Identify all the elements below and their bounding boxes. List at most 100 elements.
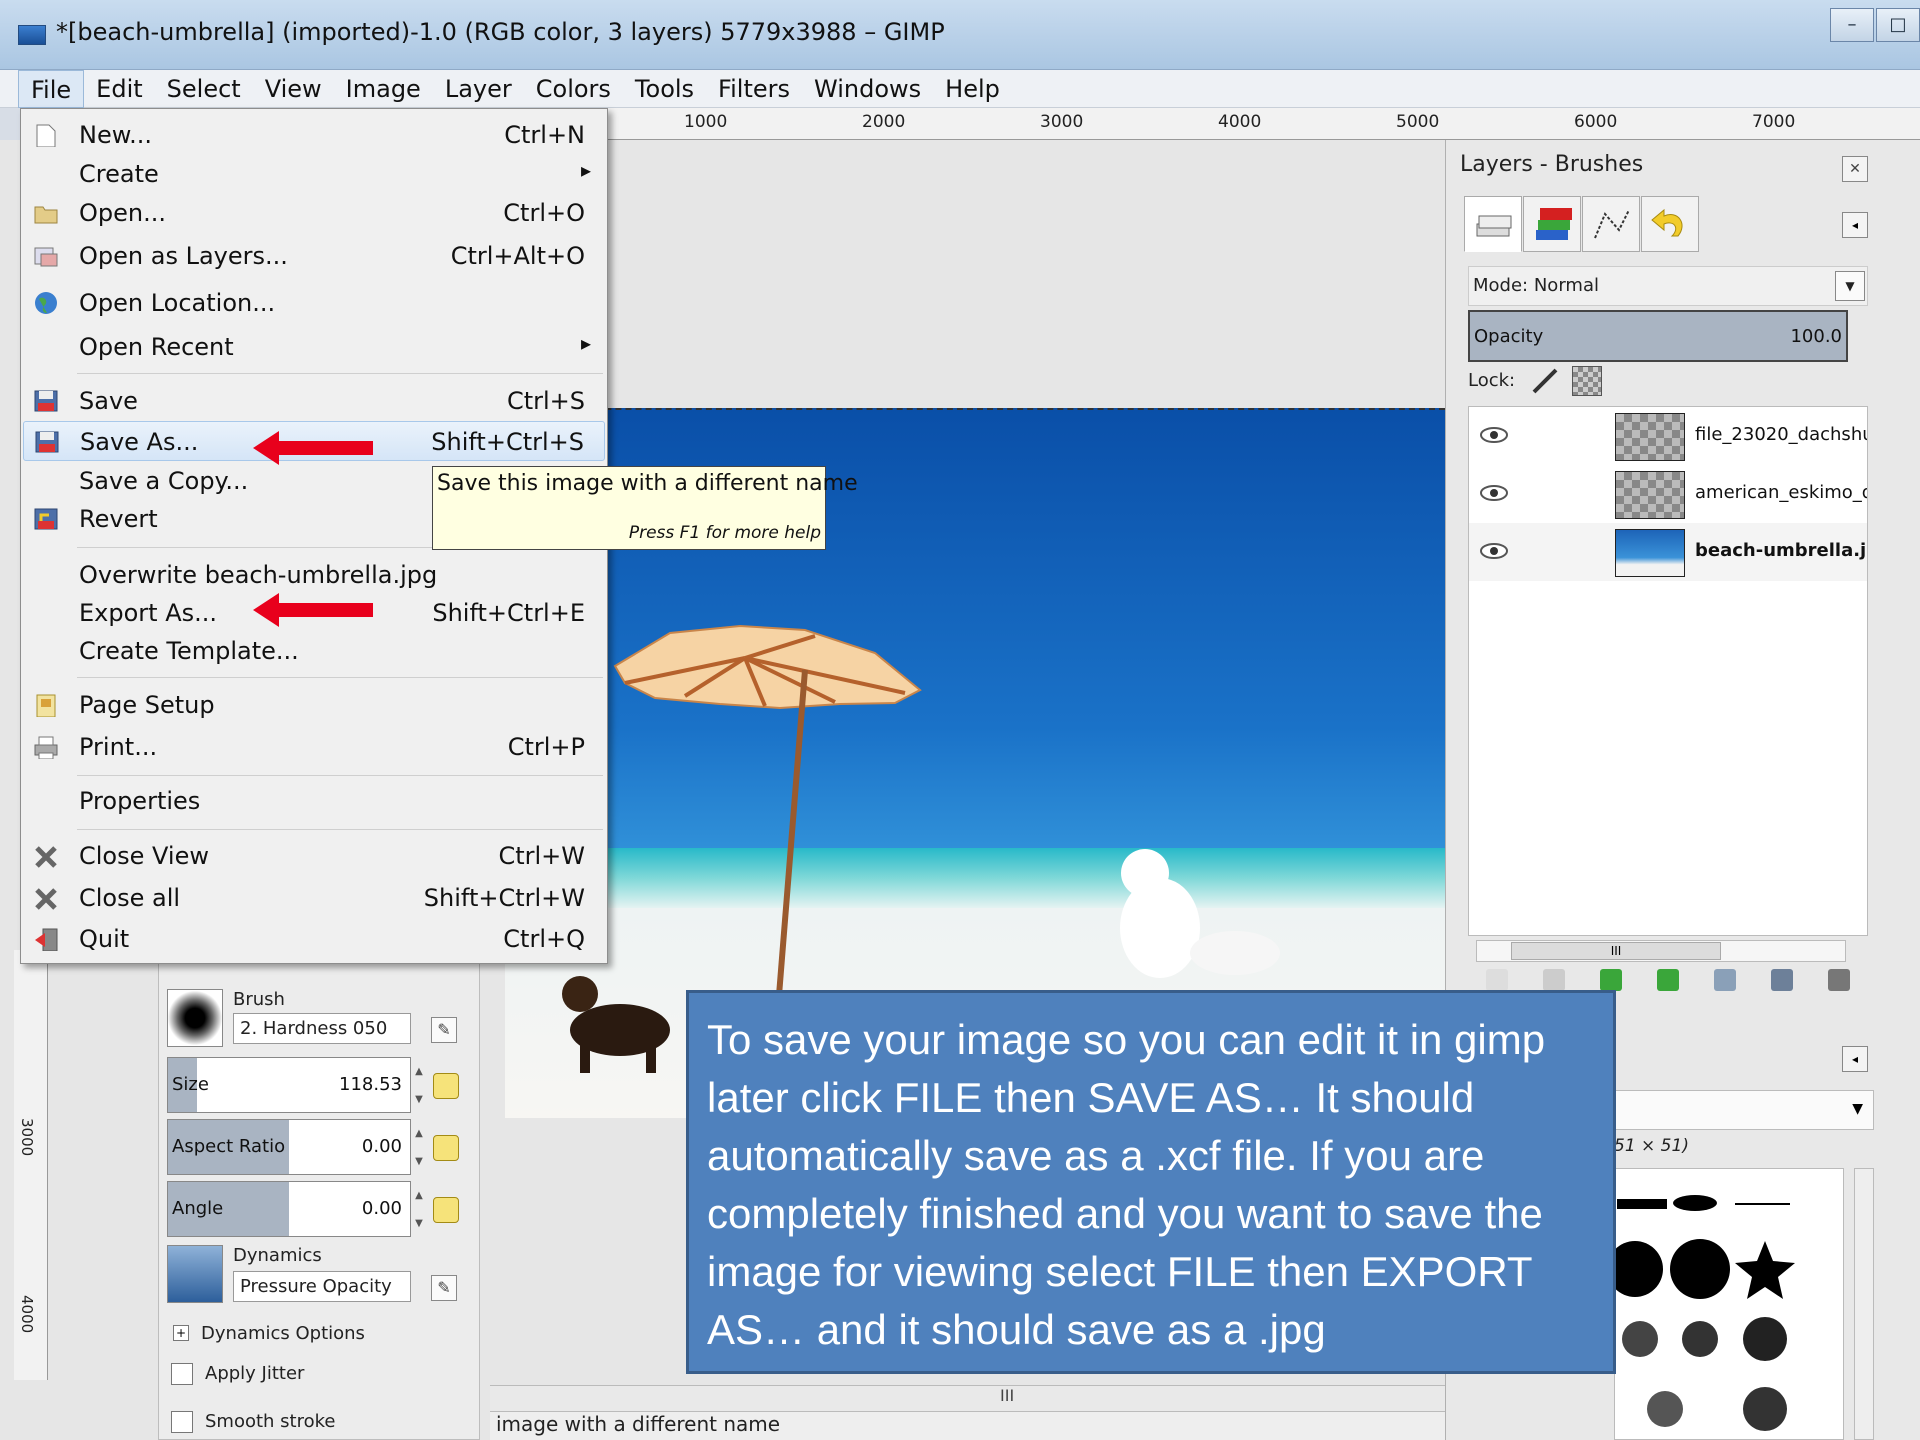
dynamics-icon[interactable] [167,1245,223,1303]
ruler-label: 4000 [18,1295,36,1334]
menu-layer[interactable]: Layer [433,70,524,108]
menu-item-quit[interactable]: Quit Ctrl+Q [23,919,605,959]
menu-view[interactable]: View [253,70,334,108]
aspect-ratio-slider[interactable]: Aspect Ratio 0.00 ▲ ▼ [167,1119,423,1175]
paths-icon [1594,209,1630,239]
eye-icon[interactable] [1479,541,1509,561]
eye-icon[interactable] [1479,425,1509,445]
canvas-horizontal-scrollbar[interactable]: III [490,1385,1450,1411]
menu-item-close-view[interactable]: Close View Ctrl+W [23,836,605,876]
menu-item-page-setup[interactable]: Page Setup [23,685,605,725]
tab-undo-history[interactable] [1641,196,1699,252]
apply-jitter-checkbox[interactable] [171,1363,193,1385]
tab-layers[interactable] [1464,196,1522,252]
duplicate-layer-icon[interactable] [1714,969,1737,991]
brush-size-label: 51 × 51) [1614,1136,1689,1156]
menu-item-overwrite[interactable]: Overwrite beach-umbrella.jpg [23,555,605,595]
menu-item-shortcut: Ctrl+O [503,199,585,227]
layer-row[interactable]: american_eskimo_d [1469,465,1867,523]
menu-help[interactable]: Help [933,70,1012,108]
menu-edit[interactable]: Edit [84,70,154,108]
menu-item-create-template[interactable]: Create Template... [23,631,605,671]
dynamics-options-label[interactable]: Dynamics Options [201,1323,365,1344]
menu-item-print[interactable]: Print... Ctrl+P [23,727,605,767]
brushes-menu-icon[interactable]: ◂ [1842,1046,1868,1072]
scroll-grip[interactable]: III [1511,942,1721,960]
opacity-label: Opacity [1474,326,1544,347]
lower-layer-icon[interactable] [1656,969,1679,991]
reset-size-icon[interactable] [433,1073,459,1099]
menu-item-label: Open Recent [79,333,234,361]
ruler-label: 3000 [18,1118,36,1157]
menu-item-new[interactable]: New... Ctrl+N [23,115,605,155]
menu-colors[interactable]: Colors [524,70,623,108]
eye-icon[interactable] [1479,483,1509,503]
dock-menu-icon[interactable]: ◂ [1842,212,1868,238]
layer-row[interactable]: file_23020_dachshu [1469,407,1867,465]
brush-name-field[interactable]: 2. Hardness 050 [233,1013,411,1044]
ruler-label: 2000 [862,112,906,132]
tool-options-panel: Brush 2. Hardness 050 ✎ Size 118.53 ▲ ▼ A… [158,960,480,1440]
layers-horizontal-scrollbar[interactable]: III [1476,940,1846,962]
ruler-label: 7000 [1752,112,1796,132]
menu-filters[interactable]: Filters [706,70,802,108]
brushes-vertical-scrollbar[interactable] [1854,1168,1874,1440]
dock-tabs [1464,196,1700,252]
size-slider[interactable]: Size 118.53 ▲ ▼ [167,1057,423,1113]
chevron-down-icon[interactable]: ▼ [1835,271,1865,301]
edit-dynamics-icon[interactable]: ✎ [431,1275,457,1301]
menu-item-close-all[interactable]: Close all Shift+Ctrl+W [23,878,605,918]
lock-pixels-brush-icon[interactable] [1530,366,1560,396]
menu-item-open-recent[interactable]: Open Recent ▸ [23,327,605,367]
brushes-select[interactable]: ▼ [1592,1090,1874,1130]
menu-item-label: Save [79,387,138,415]
menu-item-open-location[interactable]: Open Location... [23,283,605,323]
menu-item-create[interactable]: Create ▸ [23,154,605,194]
raise-layer-icon[interactable] [1599,969,1622,991]
menu-item-open-as-layers[interactable]: Open as Layers... Ctrl+Alt+O [23,236,605,276]
minimize-button[interactable]: – [1830,8,1874,42]
new-group-icon[interactable] [1542,969,1565,991]
scroll-grip[interactable]: III [1000,1386,1014,1405]
menu-item-open[interactable]: Open... Ctrl+O [23,193,605,233]
spin-arrows-icon[interactable]: ▲ ▼ [412,1182,426,1236]
smooth-stroke-checkbox[interactable] [171,1411,193,1433]
new-layer-icon[interactable] [1485,969,1508,991]
menu-bar: File Edit Select View Image Layer Colors… [0,69,1920,108]
brush-preview[interactable] [167,989,223,1047]
edit-brush-icon[interactable]: ✎ [431,1017,457,1043]
red-arrow-icon [253,593,373,627]
menu-file[interactable]: File [18,69,85,108]
expand-icon[interactable]: + [173,1325,189,1341]
dynamics-field[interactable]: Pressure Opacity [233,1271,411,1302]
menu-windows[interactable]: Windows [802,70,933,108]
menu-select[interactable]: Select [155,70,253,108]
lock-alpha-icon[interactable] [1572,366,1602,396]
spin-arrows-icon[interactable]: ▲ ▼ [412,1058,426,1112]
menu-image[interactable]: Image [334,70,433,108]
dock-close-icon[interactable]: ✕ [1842,156,1868,182]
ruler-label: 6000 [1574,112,1618,132]
delete-layer-icon[interactable] [1828,969,1851,991]
anchor-icon[interactable] [1771,969,1794,991]
aspect-value: 0.00 [361,1136,402,1157]
tab-paths[interactable] [1582,196,1640,252]
tab-channels[interactable] [1523,196,1581,252]
menu-item-save[interactable]: Save Ctrl+S [23,381,605,421]
angle-slider[interactable]: Angle 0.00 ▲ ▼ [167,1181,423,1237]
title-bar: *[beach-umbrella] (imported)-1.0 (RGB co… [0,0,1920,70]
menu-item-properties[interactable]: Properties [23,781,605,821]
mode-select[interactable]: Mode: Normal ▼ [1468,266,1868,306]
brushes-grid[interactable] [1607,1168,1844,1440]
size-value: 118.53 [339,1074,402,1095]
menu-separator [77,775,603,776]
reset-aspect-icon[interactable] [433,1135,459,1161]
undo-icon [1651,208,1683,237]
menu-tools[interactable]: Tools [623,70,706,108]
opacity-slider[interactable]: Opacity 100.0 [1468,310,1848,362]
spin-arrows-icon[interactable]: ▲ ▼ [412,1120,426,1174]
layer-row-active[interactable]: beach-umbrella.jp [1469,523,1867,581]
reset-angle-icon[interactable] [433,1197,459,1223]
ruler-label: 3000 [1040,112,1084,132]
maximize-button[interactable]: □ [1876,8,1920,42]
